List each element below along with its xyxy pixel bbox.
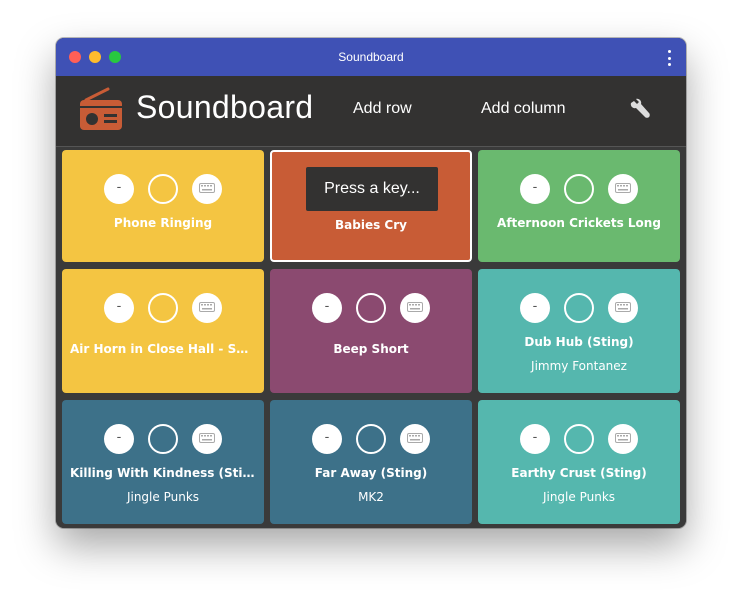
volume-button[interactable]: -: [520, 293, 550, 323]
sound-title: Phone Ringing: [113, 216, 213, 230]
add-column-button[interactable]: Add column: [481, 100, 566, 118]
sound-title: Babies Cry: [335, 218, 407, 232]
color-picker-icon[interactable]: [356, 293, 386, 323]
keyboard-icon: [615, 302, 631, 312]
sound-title: Killing With Kindness (Sti...: [70, 466, 256, 480]
sound-tile[interactable]: - Beep Short: [270, 269, 472, 393]
keyboard-icon: [615, 183, 631, 193]
sound-tile[interactable]: - Air Horn in Close Hall - Se...: [62, 269, 264, 393]
sound-title: Afternoon Crickets Long: [497, 216, 661, 230]
keyboard-icon: [407, 302, 423, 312]
app-window: Soundboard Soundboard Add row Add column…: [56, 38, 686, 528]
keyboard-shortcut-button[interactable]: [192, 424, 222, 454]
sound-tile[interactable]: - Earthy Crust (Sting) Jingle Punks: [478, 400, 680, 524]
keyboard-shortcut-button[interactable]: [192, 293, 222, 323]
volume-button[interactable]: -: [104, 174, 134, 204]
press-key-prompt: Press a key...: [306, 167, 438, 211]
keyboard-shortcut-button[interactable]: [400, 424, 430, 454]
app-title: Soundboard: [136, 89, 314, 125]
sound-title: Air Horn in Close Hall - Se...: [70, 342, 256, 356]
volume-button[interactable]: -: [312, 424, 342, 454]
color-picker-icon[interactable]: [564, 174, 594, 204]
color-picker-icon[interactable]: [148, 293, 178, 323]
tile-controls: -: [270, 293, 472, 323]
wrench-icon[interactable]: [630, 98, 652, 120]
tile-controls: -: [62, 293, 264, 323]
tile-controls: -: [62, 424, 264, 454]
radio-icon: [80, 87, 122, 130]
volume-button[interactable]: -: [520, 174, 550, 204]
keyboard-icon: [199, 302, 215, 312]
sound-title: Beep Short: [333, 342, 409, 356]
keyboard-shortcut-button[interactable]: [608, 174, 638, 204]
volume-button[interactable]: -: [104, 293, 134, 323]
sound-artist: Jingle Punks: [126, 490, 200, 504]
sound-tile[interactable]: - Phone Ringing: [62, 150, 264, 262]
volume-button[interactable]: -: [312, 293, 342, 323]
sound-tile[interactable]: Press a key... Babies Cry: [270, 150, 472, 262]
sound-grid: - Phone Ringing Press a key... Babies Cry - A…: [56, 147, 686, 528]
sound-artist: Jingle Punks: [542, 490, 616, 504]
sound-title: Earthy Crust (Sting): [511, 466, 647, 480]
color-picker-icon[interactable]: [148, 424, 178, 454]
keyboard-icon: [615, 433, 631, 443]
keyboard-icon: [199, 183, 215, 193]
tile-controls: -: [478, 293, 680, 323]
keyboard-icon: [199, 433, 215, 443]
color-picker-icon[interactable]: [148, 174, 178, 204]
sound-title: Far Away (Sting): [314, 466, 428, 480]
keyboard-shortcut-button[interactable]: [192, 174, 222, 204]
keyboard-shortcut-button[interactable]: [608, 293, 638, 323]
sound-artist: MK2: [358, 490, 384, 504]
tile-controls: -: [62, 174, 264, 204]
tile-controls: -: [478, 424, 680, 454]
color-picker-icon[interactable]: [564, 293, 594, 323]
sound-title: Dub Hub (Sting): [524, 335, 634, 349]
sound-tile[interactable]: - Killing With Kindness (Sti... Jingle Pun…: [62, 400, 264, 524]
keyboard-shortcut-button[interactable]: [608, 424, 638, 454]
volume-button[interactable]: -: [104, 424, 134, 454]
sound-tile[interactable]: - Dub Hub (Sting) Jimmy Fontanez: [478, 269, 680, 393]
add-row-button[interactable]: Add row: [353, 100, 412, 118]
keyboard-shortcut-button[interactable]: [400, 293, 430, 323]
color-picker-icon[interactable]: [356, 424, 386, 454]
sound-artist: Jimmy Fontanez: [531, 359, 627, 373]
keyboard-icon: [407, 433, 423, 443]
sound-tile[interactable]: - Afternoon Crickets Long: [478, 150, 680, 262]
app-toolbar: Soundboard Add row Add column: [56, 76, 686, 147]
title-bar: Soundboard: [56, 38, 686, 76]
color-picker-icon[interactable]: [564, 424, 594, 454]
more-options-icon[interactable]: [666, 50, 672, 66]
sound-tile[interactable]: - Far Away (Sting) MK2: [270, 400, 472, 524]
window-title: Soundboard: [338, 50, 404, 64]
volume-button[interactable]: -: [520, 424, 550, 454]
tile-controls: -: [270, 424, 472, 454]
tile-controls: -: [478, 174, 680, 204]
